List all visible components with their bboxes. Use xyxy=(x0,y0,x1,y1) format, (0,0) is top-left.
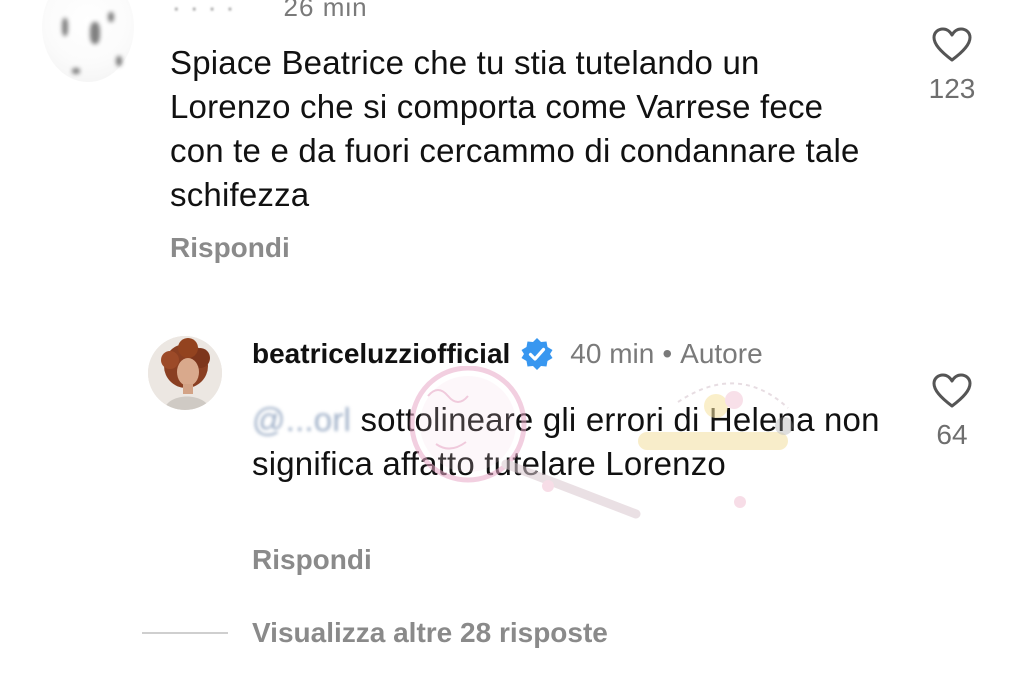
meta-separator: • xyxy=(662,338,673,369)
verified-badge-icon xyxy=(521,338,553,370)
like-count: 123 xyxy=(928,73,976,104)
comment-header: beatriceluzziofficial 40 min • Autore xyxy=(252,335,763,373)
avatar[interactable] xyxy=(148,336,222,410)
comment-meta: · · · · 26 min xyxy=(172,0,368,23)
profile-photo xyxy=(148,336,222,410)
comment-text: @...orl sottolineare gli errori di Helen… xyxy=(252,398,892,486)
mention-link[interactable]: @...orl xyxy=(252,401,351,438)
heart-outline-icon[interactable] xyxy=(932,373,972,409)
like-button[interactable]: 123 xyxy=(912,27,992,105)
username[interactable]: beatriceluzziofficial xyxy=(252,338,510,370)
reply-button[interactable]: Rispondi xyxy=(170,232,290,264)
username-blurred[interactable]: · · · · xyxy=(172,0,235,22)
comments-screen: · · · · 26 min Spiace Beatrice che tu st… xyxy=(0,0,1024,685)
author-badge: Autore xyxy=(680,338,763,369)
divider xyxy=(142,632,228,634)
like-button[interactable]: 64 xyxy=(912,373,992,451)
comment-time: 40 min xyxy=(570,338,655,369)
view-more-replies-button[interactable]: Visualizza altre 28 risposte xyxy=(252,617,608,649)
heart-outline-icon[interactable] xyxy=(932,27,972,63)
comment-time: 26 min xyxy=(283,0,368,22)
comment-text: Spiace Beatrice che tu stia tutelando un… xyxy=(170,44,860,213)
like-count: 64 xyxy=(936,419,968,450)
avatar[interactable] xyxy=(42,0,134,82)
reply-button[interactable]: Rispondi xyxy=(252,544,372,576)
